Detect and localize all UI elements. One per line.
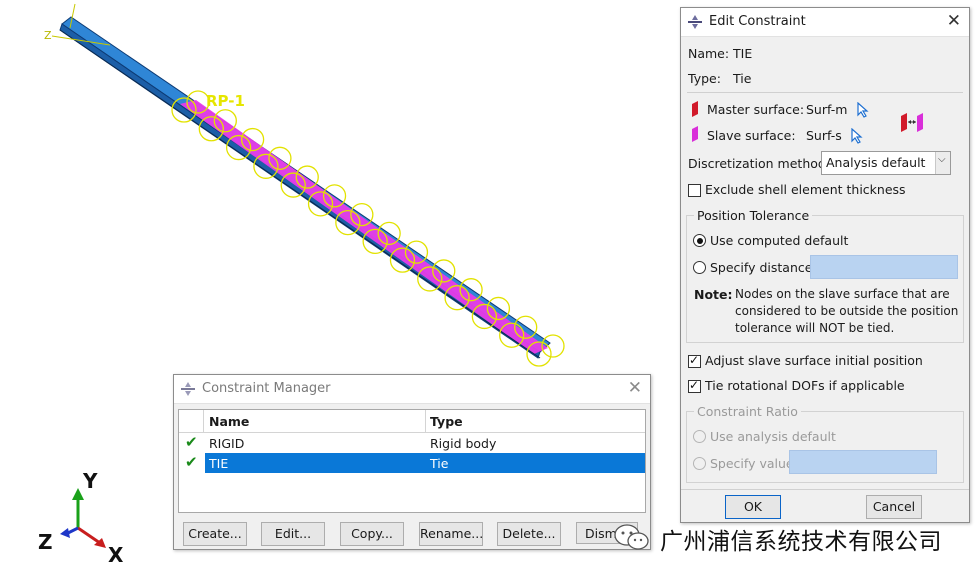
delete-button[interactable]: Delete... [497, 522, 561, 546]
reference-point-label: RP-1 [206, 92, 245, 110]
edit-button[interactable]: Edit... [261, 522, 325, 546]
ok-button[interactable]: OK [725, 495, 781, 519]
type-value: Tie [733, 71, 752, 86]
use-analysis-default-label: Use analysis default [710, 429, 836, 444]
create-button[interactable]: Create... [183, 522, 247, 546]
select-slave-cursor-icon[interactable] [851, 128, 863, 144]
constraint-manager-dialog: Constraint Manager ✕ Name Type ✔ RIGID R… [173, 374, 651, 550]
position-tolerance-title: Position Tolerance [694, 208, 813, 223]
specify-value-input[interactable] [789, 450, 937, 474]
use-computed-default-label: Use computed default [710, 233, 849, 248]
specify-value-label: Specify value [710, 456, 794, 471]
row-name: RIGID [209, 436, 245, 451]
triad-z-label: Z [38, 530, 53, 554]
triad-x-label: X [108, 543, 124, 567]
dialog-title: Edit Constraint [709, 14, 806, 29]
active-check-icon[interactable]: ✔ [185, 453, 198, 471]
note-line-2: considered to be outside the position [735, 304, 959, 318]
edit-constraint-titlebar[interactable]: Edit Constraint ✕ [681, 8, 969, 37]
use-analysis-default-radio[interactable] [693, 430, 706, 443]
name-value: TIE [733, 46, 753, 61]
specify-distance-radio[interactable] [693, 261, 706, 274]
header-divider [203, 410, 204, 432]
header-divider [425, 410, 426, 432]
master-surface-icon [692, 101, 698, 117]
specify-distance-label: Specify distance: [710, 260, 817, 275]
chevron-down-icon: ⌵ [938, 154, 946, 165]
abaqus-logo-icon [181, 382, 195, 396]
dropdown-button[interactable]: ⌵ [935, 152, 950, 174]
dialog-title: Constraint Manager [202, 381, 331, 396]
rename-button[interactable]: Rename... [419, 522, 483, 546]
triad-y-label: Y [82, 469, 98, 493]
row-type: Tie [430, 456, 449, 471]
watermark-text: 广州浦信系统技术有限公司 [660, 529, 942, 555]
slave-surface-value: Surf-s [806, 128, 842, 143]
row-type: Rigid body [430, 436, 497, 451]
slave-surface-label: Slave surface: [707, 128, 796, 143]
column-header-type[interactable]: Type [430, 414, 463, 429]
exclude-shell-label: Exclude shell element thickness [705, 182, 906, 197]
divider [687, 92, 963, 93]
note-line-3: tolerance will NOT be tied. [735, 321, 895, 335]
note-label: Note: [694, 287, 733, 302]
edit-constraint-dialog: Edit Constraint ✕ Name: TIE Type: Tie Ma… [680, 7, 970, 523]
table-row[interactable]: ✔ TIE Tie [179, 453, 645, 473]
select-master-cursor-icon[interactable] [857, 102, 869, 118]
divider [681, 489, 969, 490]
swap-surfaces-icon[interactable] [899, 112, 925, 132]
constraint-manager-titlebar[interactable]: Constraint Manager ✕ [174, 375, 650, 404]
slave-surface-icon [692, 126, 698, 142]
table-row[interactable]: ✔ RIGID Rigid body [179, 433, 645, 453]
discretization-select[interactable]: Analysis default ⌵ [821, 151, 951, 175]
use-computed-default-radio[interactable] [693, 234, 706, 247]
column-header-name[interactable]: Name [209, 414, 249, 429]
type-label: Type: [688, 71, 721, 86]
view-triad: Y Z X [38, 469, 124, 567]
beam-axis-label: Z [44, 29, 52, 42]
abaqus-logo-icon [688, 15, 702, 29]
row-selection-highlight [205, 453, 645, 473]
specify-value-radio[interactable] [693, 457, 706, 470]
tie-rotational-checkbox[interactable] [688, 378, 701, 393]
cancel-button[interactable]: Cancel [866, 495, 922, 519]
master-surface-value: Surf-m [806, 102, 848, 117]
note-line-1: Nodes on the slave surface that are [735, 287, 950, 301]
adjust-slave-checkbox[interactable] [688, 353, 701, 368]
watermark: 广州浦信系统技术有限公司 [612, 520, 972, 556]
copy-button[interactable]: Copy... [340, 522, 404, 546]
name-label: Name: [688, 46, 730, 61]
constraint-table: Name Type ✔ RIGID Rigid body ✔ TIE Tie [178, 409, 646, 513]
discretization-value: Analysis default [826, 155, 926, 170]
tie-rotational-label: Tie rotational DOFs if applicable [705, 378, 905, 393]
adjust-slave-label: Adjust slave surface initial position [705, 353, 923, 368]
specify-distance-input[interactable] [810, 255, 958, 279]
discretization-label: Discretization method: [688, 156, 831, 171]
wechat-logo-icon [614, 524, 649, 550]
active-check-icon[interactable]: ✔ [185, 433, 198, 451]
row-name: TIE [209, 456, 229, 471]
constraint-ratio-title: Constraint Ratio [694, 404, 801, 419]
master-surface-label: Master surface: [707, 102, 805, 117]
close-icon[interactable]: ✕ [947, 11, 961, 31]
close-icon[interactable]: ✕ [628, 378, 642, 398]
exclude-shell-checkbox[interactable] [688, 184, 701, 197]
